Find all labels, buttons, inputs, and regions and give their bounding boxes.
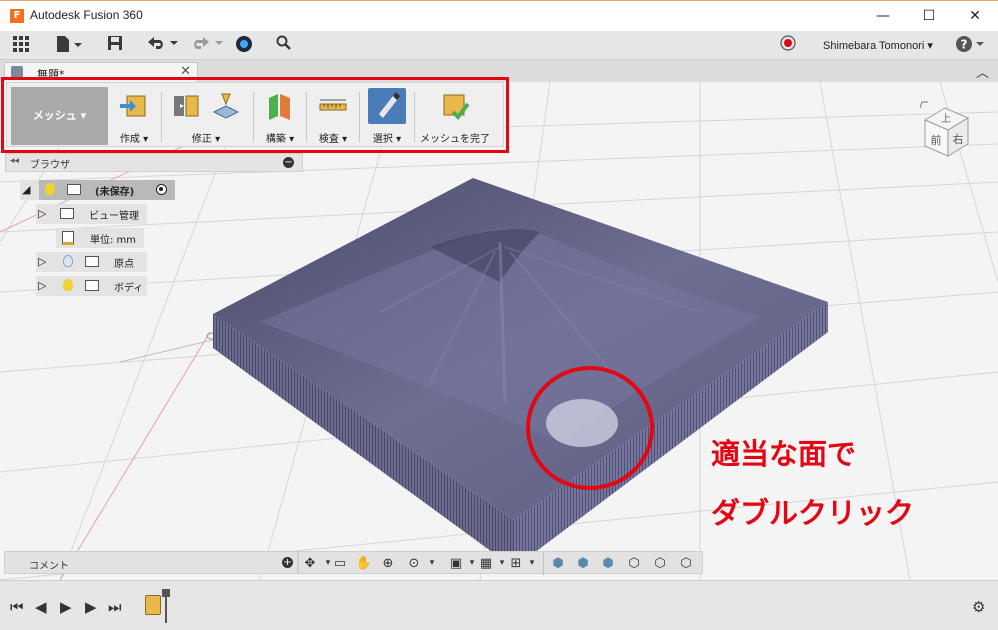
tree-root-label: (未保存) bbox=[95, 187, 135, 198]
visibility-bulb-icon[interactable] bbox=[63, 279, 73, 291]
tree-item-label: 原点 bbox=[114, 259, 134, 270]
viewports-dropdown-icon[interactable]: ▾ bbox=[523, 555, 541, 572]
tree-item-named-views[interactable]: ▷ ビュー管理 bbox=[36, 204, 147, 224]
mesh-display-wire3-icon[interactable]: ⬡ bbox=[677, 555, 695, 572]
ribbon-annotation-box bbox=[1, 77, 509, 153]
step-back-icon[interactable]: ◀ bbox=[35, 598, 47, 616]
timeline-bar: ⏮ ◀ ▶ ▶ ⏭ ⚙ bbox=[0, 580, 998, 630]
go-to-end-icon[interactable]: ⏭ bbox=[108, 598, 122, 616]
tree-item-label: 単位: mm bbox=[90, 235, 137, 246]
fit-icon[interactable]: ⊙ bbox=[405, 555, 423, 572]
help-icon[interactable]: ? bbox=[955, 35, 985, 57]
folder-icon bbox=[85, 280, 99, 291]
units-document-icon bbox=[62, 231, 74, 245]
expand-triangle-icon[interactable]: ▷ bbox=[38, 207, 46, 220]
timeline-marker[interactable] bbox=[162, 589, 170, 623]
mesh-display-faceted-icon[interactable]: ⬢ bbox=[574, 555, 592, 572]
window-title: Autodesk Fusion 360 bbox=[30, 8, 143, 22]
save-icon[interactable] bbox=[105, 35, 125, 57]
maximize-button[interactable]: ☐ bbox=[906, 1, 952, 32]
undo-button[interactable] bbox=[145, 35, 179, 57]
online-icon[interactable] bbox=[234, 35, 254, 57]
redo-button[interactable] bbox=[190, 35, 224, 57]
mesh-display-edges-icon[interactable]: ⬢ bbox=[599, 555, 617, 572]
mesh-display-shaded-icon[interactable]: ⬢ bbox=[549, 555, 567, 572]
expand-triangle-icon[interactable]: ▷ bbox=[38, 279, 46, 292]
mesh-display-wire2-icon[interactable]: ⬡ bbox=[651, 555, 669, 572]
folder-icon bbox=[60, 208, 74, 219]
activate-radio-icon[interactable] bbox=[156, 184, 167, 195]
tree-item-label: ビュー管理 bbox=[89, 211, 139, 222]
comments-label: コメント bbox=[29, 561, 69, 572]
timeline-settings-gear-icon[interactable]: ⚙ bbox=[972, 598, 985, 616]
visibility-bulb-off-icon[interactable] bbox=[63, 255, 73, 267]
folder-icon bbox=[85, 256, 99, 267]
component-icon bbox=[67, 184, 81, 195]
comments-panel: コメント + bbox=[4, 551, 298, 574]
fusion-logo-icon: F bbox=[10, 9, 24, 23]
mesh-display-wire-icon[interactable]: ⬡ bbox=[625, 555, 643, 572]
svg-text:?: ? bbox=[961, 38, 968, 52]
zoom-icon[interactable]: ⊕ bbox=[379, 555, 397, 572]
search-icon[interactable] bbox=[274, 35, 294, 57]
tree-item-label: ボディ bbox=[114, 283, 144, 294]
expand-triangle-icon[interactable]: ◢ bbox=[22, 183, 30, 196]
title-bar: F Autodesk Fusion 360 — ☐ ✕ bbox=[0, 0, 998, 31]
play-icon[interactable]: ▶ bbox=[60, 598, 72, 616]
go-to-start-icon[interactable]: ⏮ bbox=[10, 598, 24, 616]
look-at-icon[interactable]: ▭ bbox=[331, 555, 349, 572]
viewcube-top-label[interactable]: 上 bbox=[941, 113, 951, 125]
tree-item-bodies[interactable]: ▷ ボディ bbox=[36, 276, 147, 296]
tree-root-row[interactable]: ◢ (未保存) bbox=[20, 180, 175, 200]
collapse-chevron-up-icon[interactable]: ︿ bbox=[976, 62, 989, 81]
viewcube-front-label[interactable]: 前 bbox=[931, 133, 942, 147]
tree-item-units[interactable]: 単位: mm bbox=[56, 228, 144, 248]
annotation-line-1: 適当な面で bbox=[711, 437, 857, 471]
step-forward-icon[interactable]: ▶ bbox=[85, 598, 97, 616]
tree-item-origin[interactable]: ▷ 原点 bbox=[36, 252, 147, 272]
viewcube[interactable]: 上 前 右 bbox=[920, 100, 975, 160]
navigation-bar: ✥ ▾ ▭ ✋ ⊕ ⊙ ▾ ▣ ▾ ▦ ▾ ⊞ ▾ ⬢ ⬢ ⬢ ⬡ ⬡ ⬡ bbox=[298, 551, 703, 575]
data-panel-grid-icon[interactable] bbox=[10, 35, 32, 57]
browser-minimize-icon[interactable]: − bbox=[283, 157, 294, 168]
visibility-bulb-icon[interactable] bbox=[45, 183, 55, 195]
user-menu[interactable]: Shimebara Tomonori ▾ bbox=[823, 39, 933, 52]
quick-access-toolbar: Shimebara Tomonori ▾ ? bbox=[0, 31, 998, 60]
browser-panel-header: ◂◂ ブラウザ − bbox=[5, 153, 303, 172]
browser-title: ブラウザ bbox=[30, 160, 70, 171]
orbit-icon[interactable]: ✥ bbox=[301, 555, 319, 572]
add-comment-icon[interactable]: + bbox=[282, 557, 293, 568]
viewcube-right-label[interactable]: 右 bbox=[953, 132, 964, 146]
expand-triangle-icon[interactable]: ▷ bbox=[38, 255, 46, 268]
timeline-mesh-feature-icon[interactable] bbox=[145, 595, 161, 615]
close-window-button[interactable]: ✕ bbox=[952, 1, 998, 32]
fit-dropdown-icon[interactable]: ▾ bbox=[423, 555, 441, 572]
collapse-arrows-icon[interactable]: ◂◂ bbox=[10, 156, 19, 166]
record-icon[interactable] bbox=[778, 35, 798, 57]
annotation-line-2: ダブルクリック bbox=[711, 496, 915, 530]
pan-hand-icon[interactable]: ✋ bbox=[355, 555, 373, 572]
file-menu-button[interactable] bbox=[54, 35, 84, 57]
minimize-button[interactable]: — bbox=[860, 1, 906, 32]
